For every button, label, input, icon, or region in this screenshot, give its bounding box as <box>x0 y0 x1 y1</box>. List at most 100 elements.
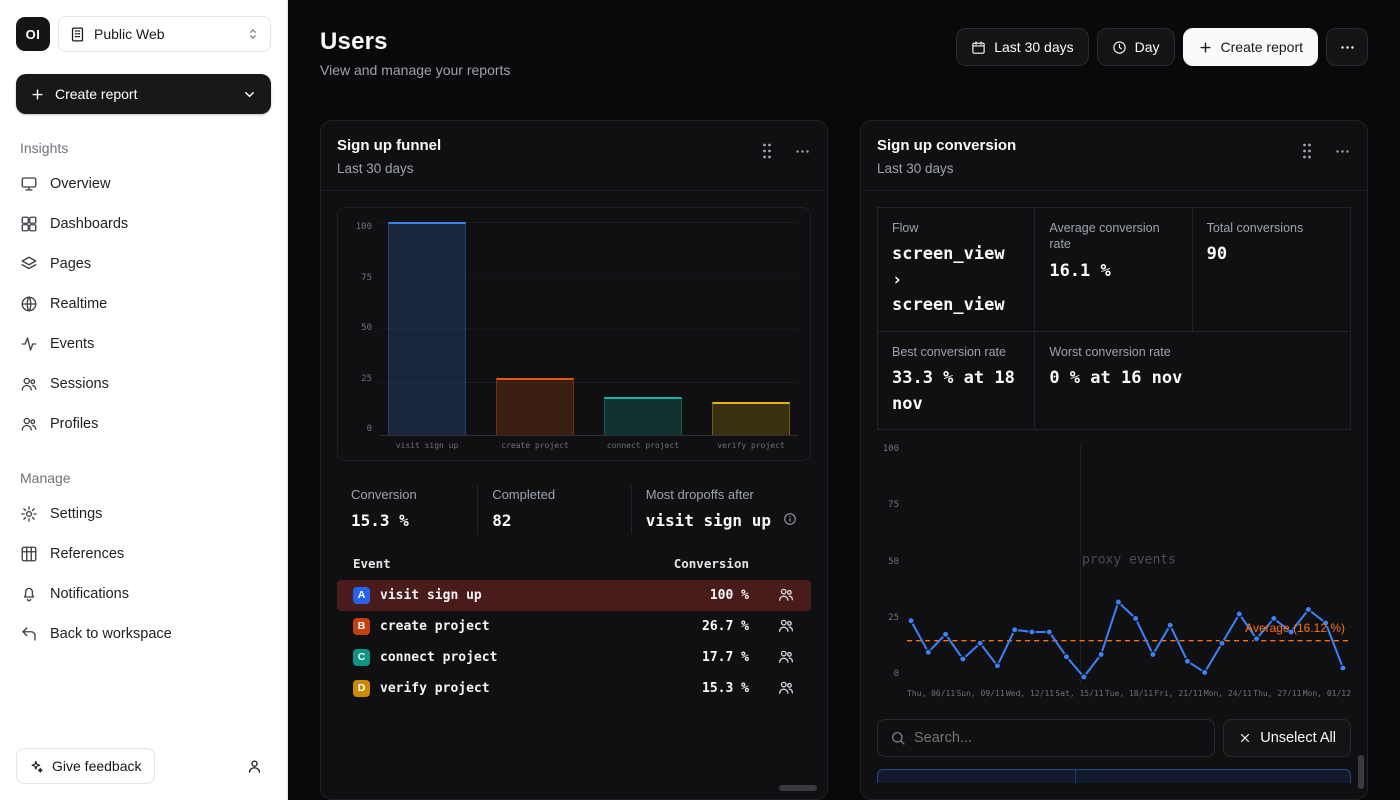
drag-handle-icon[interactable] <box>760 141 774 161</box>
stat-label: Worst conversion rate <box>1049 344 1336 360</box>
sidebar-item-label: Profiles <box>50 416 98 432</box>
conversion-report-card: Sign up conversion Last 30 days Flow scr… <box>860 120 1368 800</box>
funnel-bar-visit-sign-up[interactable] <box>388 222 467 435</box>
profiles-icon[interactable] <box>777 586 795 604</box>
conversion-y-axis: 100 75 50 25 0 <box>877 444 899 685</box>
realtime-icon <box>20 295 38 313</box>
sidebar-item-label: Back to workspace <box>50 626 172 642</box>
unselect-all-button[interactable]: Unselect All <box>1223 719 1351 757</box>
page-heading: Users View and manage your reports <box>320 28 510 78</box>
x-tick: Fri, 21/11 <box>1154 689 1202 705</box>
sidebar-item-events[interactable]: Events <box>16 324 271 364</box>
calendar-icon <box>971 40 986 55</box>
interval-button[interactable]: Day <box>1097 28 1175 66</box>
funnel-table-row[interactable]: B create project 26.7 % <box>337 611 811 642</box>
sidebar-item-settings[interactable]: Settings <box>16 494 271 534</box>
flow-from: screen_view <box>892 242 1020 268</box>
sidebar-item-notifications[interactable]: Notifications <box>16 574 271 614</box>
funnel-bar-verify-project[interactable] <box>712 402 791 435</box>
horizontal-scrollbar-thumb[interactable] <box>779 785 817 791</box>
event-badge: A <box>353 587 370 604</box>
funnel-bar-create-project[interactable] <box>496 378 575 435</box>
event-name: connect project <box>380 650 692 665</box>
event-badge: C <box>353 649 370 666</box>
x-tick: Mon, 01/12 <box>1303 689 1351 705</box>
funnel-plot-area <box>380 222 798 436</box>
conversion-line-chart: 100 75 50 25 0 proxy events <box>877 444 1351 705</box>
funnel-bar-connect-project[interactable] <box>604 397 683 435</box>
stat-label: Completed <box>492 487 617 502</box>
sidebar-item-profiles[interactable]: Profiles <box>16 404 271 444</box>
sidebar-item-references[interactable]: References <box>16 534 271 574</box>
conversion-card-header: Sign up conversion Last 30 days <box>861 121 1367 191</box>
page-header: Users View and manage your reports Last … <box>320 28 1368 92</box>
drag-handle-icon[interactable] <box>1300 141 1314 161</box>
create-report-button[interactable]: Create report <box>1183 28 1318 66</box>
sidebar-item-label: Overview <box>50 176 110 192</box>
sidebar-item-label: Dashboards <box>50 216 128 232</box>
x-tick: connect project <box>596 441 690 450</box>
date-range-label: Last 30 days <box>994 39 1073 55</box>
workspace-name: Public Web <box>94 26 165 42</box>
y-tick: 75 <box>350 273 372 283</box>
sidebar-create-report-button[interactable]: Create report <box>16 74 271 114</box>
stat-value: 0 % at 16 nov <box>1049 366 1336 392</box>
more-options-button[interactable] <box>1326 28 1368 66</box>
sidebar-item-sessions[interactable]: Sessions <box>16 364 271 404</box>
stat-flow: Flow screen_view › screen_view <box>878 208 1035 332</box>
stat-label: Best conversion rate <box>892 344 1020 360</box>
back-arrow-icon <box>20 625 38 643</box>
y-tick: 75 <box>877 500 899 510</box>
sessions-icon <box>20 375 38 393</box>
section-label-manage: Manage <box>20 470 267 486</box>
column-header-event: Event <box>353 556 391 571</box>
app-logo[interactable]: OI <box>16 17 50 51</box>
conversion-plot-area[interactable]: proxy events Average (16.12 %) <box>907 444 1351 685</box>
funnel-table-row[interactable]: D verify project 15.3 % <box>337 673 811 704</box>
funnel-card-header: Sign up funnel Last 30 days <box>321 121 827 191</box>
y-tick: 25 <box>877 613 899 623</box>
funnel-table-row[interactable]: A visit sign up 100 % <box>337 580 811 611</box>
stat-average-conversion: Average conversion rate 16.1 % <box>1035 208 1192 332</box>
sidebar-item-overview[interactable]: Overview <box>16 164 271 204</box>
workspace-selector[interactable]: Public Web <box>58 16 271 52</box>
chevron-down-icon <box>242 87 257 102</box>
main-content: Users View and manage your reports Last … <box>288 0 1400 800</box>
sidebar-item-pages[interactable]: Pages <box>16 244 271 284</box>
x-tick: create project <box>488 441 582 450</box>
sidebar-item-label: Events <box>50 336 94 352</box>
sidebar-item-label: References <box>50 546 124 562</box>
sidebar-item-realtime[interactable]: Realtime <box>16 284 271 324</box>
event-conversion: 17.7 % <box>702 650 749 665</box>
stat-most-dropoffs: Most dropoffs after visit sign up <box>631 485 811 534</box>
sidebar-item-dashboards[interactable]: Dashboards <box>16 204 271 244</box>
funnel-table-row[interactable]: C connect project 17.7 % <box>337 642 811 673</box>
info-icon[interactable] <box>783 510 797 526</box>
report-grid: Sign up funnel Last 30 days 100 75 50 25… <box>320 120 1368 800</box>
search-box[interactable] <box>877 719 1215 757</box>
sidebar-item-label: Realtime <box>50 296 107 312</box>
ellipsis-icon <box>1339 39 1356 56</box>
card-menu-button[interactable] <box>794 143 811 160</box>
profiles-icon[interactable] <box>777 679 795 697</box>
event-conversion: 15.3 % <box>702 681 749 696</box>
stat-conversion: Conversion 15.3 % <box>337 485 477 534</box>
sidebar-item-back-to-workspace[interactable]: Back to workspace <box>16 614 271 654</box>
sidebar-item-label: Sessions <box>50 376 109 392</box>
cropped-table-row[interactable] <box>877 769 1351 783</box>
user-profile-button[interactable] <box>237 749 271 783</box>
date-range-button[interactable]: Last 30 days <box>956 28 1088 66</box>
profiles-icon[interactable] <box>777 617 795 635</box>
funnel-card-subtitle: Last 30 days <box>337 161 441 176</box>
x-tick: Thu, 27/11 <box>1253 689 1301 705</box>
profiles-icon[interactable] <box>777 648 795 666</box>
give-feedback-button[interactable]: Give feedback <box>16 748 155 784</box>
card-menu-button[interactable] <box>1334 143 1351 160</box>
stat-value: 90 <box>1207 242 1336 268</box>
x-tick: Wed, 12/11 <box>1006 689 1054 705</box>
event-badge: D <box>353 680 370 697</box>
vertical-scrollbar-thumb[interactable] <box>1358 755 1364 789</box>
stat-value: visit sign up <box>646 510 771 532</box>
bell-icon <box>20 585 38 603</box>
search-input[interactable] <box>914 730 1202 746</box>
